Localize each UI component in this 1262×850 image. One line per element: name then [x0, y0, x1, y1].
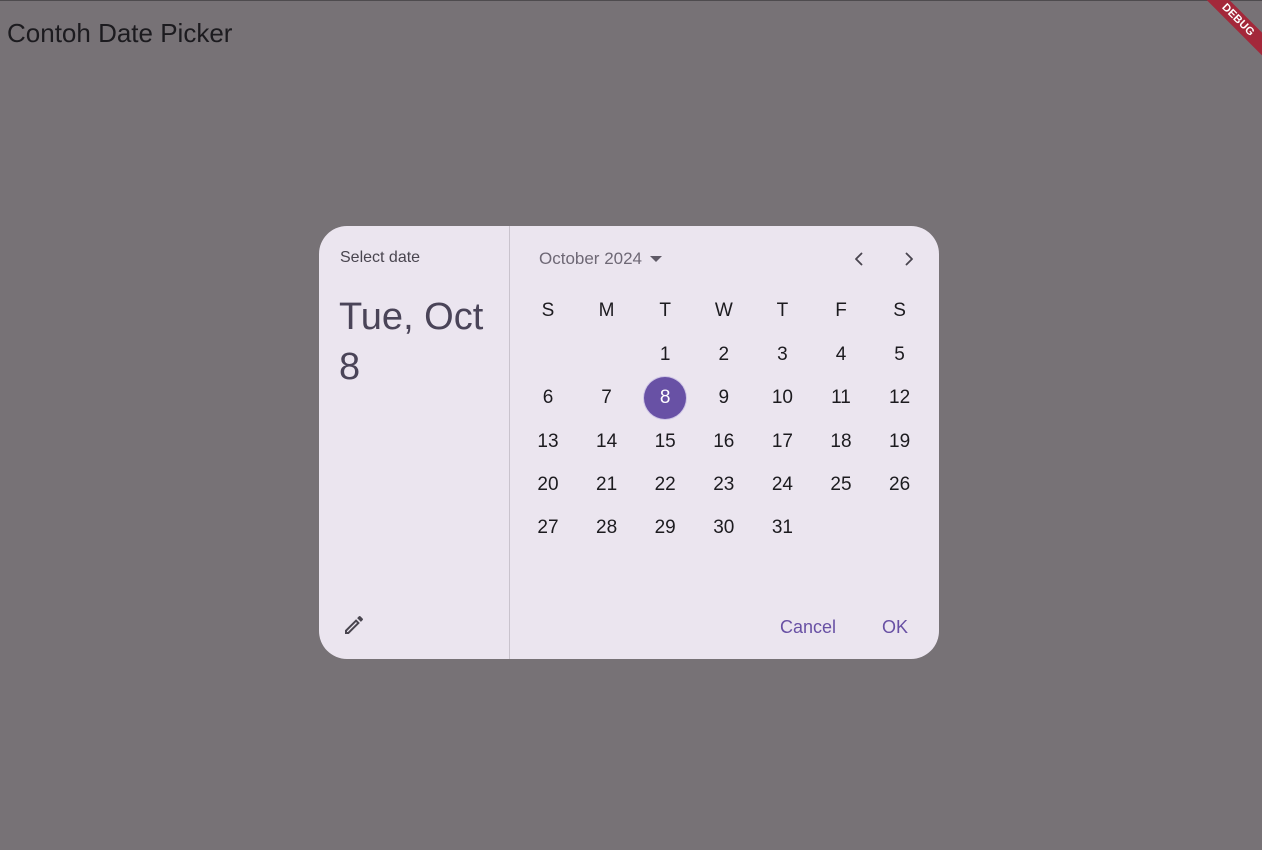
calendar-day[interactable]: 27: [527, 507, 569, 549]
date-picker-header: Select date Tue, Oct 8: [319, 226, 509, 659]
calendar-day[interactable]: 30: [703, 507, 745, 549]
calendar-day[interactable]: 1: [644, 334, 686, 376]
help-text: Select date: [340, 249, 421, 266]
debug-banner: DEBUG: [1200, 0, 1262, 62]
top-border: [0, 0, 1262, 1]
month-year-label: October 2024: [539, 249, 643, 268]
calendar-day[interactable]: 10: [761, 377, 803, 419]
calendar-day[interactable]: 24: [761, 464, 803, 506]
calendar-day[interactable]: 13: [527, 421, 569, 463]
ok-button[interactable]: OK: [882, 614, 908, 640]
app-title: Contoh Date Picker: [7, 18, 233, 48]
calendar-day[interactable]: 26: [879, 464, 921, 506]
calendar-day[interactable]: 7: [586, 377, 628, 419]
calendar-day[interactable]: 21: [586, 464, 628, 506]
weekday-label: F: [835, 300, 847, 321]
calendar-day[interactable]: 18: [820, 421, 862, 463]
chevron-right-icon: [905, 252, 913, 266]
next-month-button[interactable]: [895, 245, 923, 273]
calendar-day[interactable]: 23: [703, 464, 745, 506]
calendar-day[interactable]: 5: [879, 334, 921, 376]
weekday-label: W: [714, 300, 733, 321]
weekday-header-row: SMTWTFS: [519, 300, 929, 324]
weekday-label: S: [893, 300, 906, 321]
weekday-label: T: [659, 300, 671, 321]
calendar-day-selected[interactable]: 8: [644, 377, 687, 420]
calendar-day[interactable]: 11: [820, 377, 862, 419]
weekday-label: M: [598, 300, 615, 321]
calendar-day[interactable]: 25: [820, 464, 862, 506]
calendar-day[interactable]: 12: [879, 377, 921, 419]
calendar-day[interactable]: 28: [586, 507, 628, 549]
calendar-day[interactable]: 22: [644, 464, 686, 506]
pencil-icon: [345, 615, 364, 634]
calendar-day[interactable]: 14: [586, 421, 628, 463]
calendar-day[interactable]: 16: [703, 421, 745, 463]
calendar-day[interactable]: 19: [879, 421, 921, 463]
chevron-left-icon: [855, 252, 863, 266]
calendar-day[interactable]: 31: [761, 507, 803, 549]
calendar-day[interactable]: 4: [820, 334, 862, 376]
calendar-day[interactable]: 20: [527, 464, 569, 506]
calendar-day[interactable]: 3: [761, 334, 803, 376]
weekday-label: S: [541, 300, 555, 321]
dropdown-arrow-icon: [650, 256, 663, 262]
calendar-day[interactable]: 2: [703, 334, 745, 376]
calendar-day[interactable]: 9: [703, 377, 745, 419]
calendar-day[interactable]: 15: [644, 421, 686, 463]
debug-banner-label: DEBUG: [1200, 0, 1262, 62]
calendar-day-grid: 1 2 3 4 5 6 7 8 9 10 11 12 13 14 15 16 17 18 19 20 21 22 23 24 2…: [519, 334, 929, 554]
previous-month-button[interactable]: [845, 245, 873, 273]
calendar-day[interactable]: 6: [527, 377, 569, 419]
date-picker-dialog: Select date Tue, Oct 8 October 2024 S M T W…: [319, 226, 939, 659]
switch-to-input-button[interactable]: [339, 610, 369, 640]
selected-date-headline: Tue, Oct 8: [339, 296, 484, 388]
calendar-day[interactable]: 29: [644, 507, 686, 549]
weekday-label: T: [776, 300, 789, 321]
header-divider: [509, 226, 510, 659]
calendar-day[interactable]: 17: [761, 421, 803, 463]
cancel-button[interactable]: Cancel: [780, 614, 836, 640]
month-year-selector[interactable]: October 2024: [539, 246, 663, 272]
